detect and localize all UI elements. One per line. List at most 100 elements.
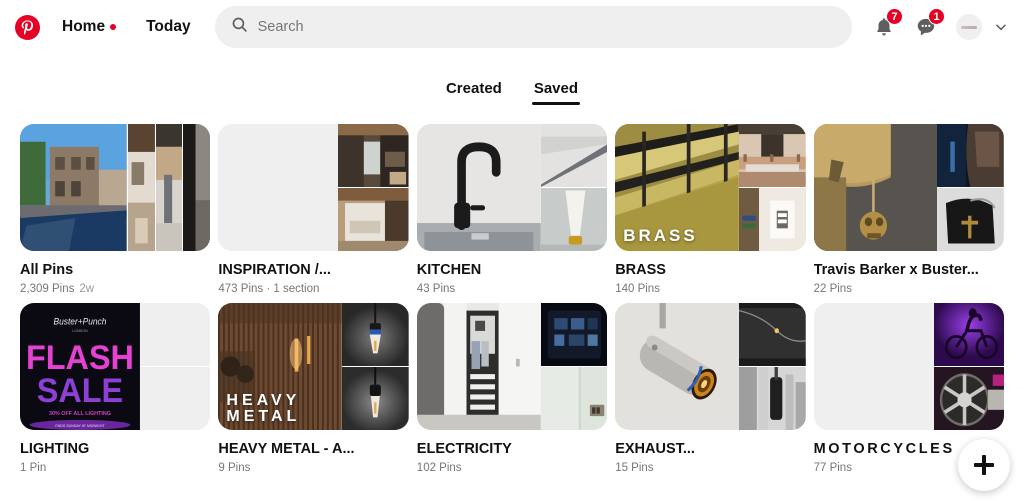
- board-card[interactable]: BRASS BRASS 140 Pins: [615, 124, 806, 296]
- board-meta: 1 Pin: [20, 462, 47, 475]
- top-navigation-bar: Home Today 7 1: [0, 0, 1024, 54]
- board-preview-thumb: [126, 124, 155, 251]
- board-meta: 473 Pins · 1 section: [218, 283, 320, 296]
- board-preview-thumb: [738, 187, 806, 251]
- board-cover-image: [20, 124, 127, 251]
- tab-created-label: Created: [445, 79, 502, 97]
- board-thumbnail: [813, 124, 1004, 251]
- board-preview-stack: [540, 124, 608, 251]
- board-card[interactable]: HEAVY METAL HEAVY METAL - A... 9 Pins: [218, 303, 409, 474]
- board-card[interactable]: INSPIRATION /... 473 Pins · 1 section: [218, 124, 409, 296]
- board-thumbnail: [416, 124, 608, 251]
- board-updated-age: 2w: [79, 283, 95, 296]
- board-card[interactable]: KITCHEN 43 Pins: [416, 124, 608, 296]
- board-title: BRASS: [615, 262, 666, 278]
- board-preview-stack: [937, 124, 1004, 251]
- board-title: INSPIRATION /...: [218, 262, 331, 278]
- board-title: ELECTRICITY: [416, 441, 512, 458]
- board-preview-thumb: [738, 303, 806, 367]
- board-cover-image: BRASS: [615, 124, 739, 251]
- boards-grid: All Pins 2,309 Pins 2w INSPIRATION /... …: [0, 116, 1024, 474]
- board-preview-thumb: [338, 124, 409, 187]
- board-thumbnail: [416, 303, 608, 431]
- nav-item-today[interactable]: Today: [134, 10, 203, 44]
- board-preview-stack: [540, 303, 608, 431]
- notifications-button[interactable]: 7: [866, 8, 903, 45]
- board-title: All Pins: [20, 262, 74, 278]
- board-preview-stack: [738, 303, 806, 431]
- search-icon: [231, 16, 248, 38]
- board-card[interactable]: Buster+Punch LONDON FLASH SALE 30% OFF A…: [20, 303, 211, 475]
- board-cover-placeholder: [813, 303, 934, 431]
- board-preview-placeholder: [139, 366, 211, 431]
- nav-item-home-label: Home: [62, 18, 106, 35]
- messages-badge: 1: [928, 8, 945, 25]
- board-title: LIGHTING: [20, 441, 90, 458]
- board-preview-strips: [126, 124, 211, 251]
- notifications-badge: 7: [886, 8, 903, 25]
- board-preview-thumb: [933, 366, 1004, 431]
- board-preview-stack: [738, 124, 806, 251]
- board-cover-placeholder: [218, 124, 339, 251]
- board-meta: 102 Pins: [416, 462, 462, 475]
- create-button[interactable]: [958, 439, 1010, 491]
- board-title: HEAVY METAL - A...: [218, 441, 355, 458]
- board-preview-thumb: [154, 124, 183, 251]
- board-preview-thumb: [933, 303, 1004, 367]
- board-cover-image: [813, 124, 938, 251]
- board-meta: 43 Pins: [416, 283, 456, 296]
- board-preview-thumb: [937, 187, 1004, 251]
- pinterest-logo-icon[interactable]: [10, 10, 44, 44]
- board-card[interactable]: EXHAUST... 15 Pins: [615, 303, 806, 475]
- board-thumbnail: [218, 124, 409, 251]
- board-preview-stack: [342, 303, 409, 431]
- board-meta: 15 Pins: [615, 462, 654, 475]
- svg-text:SALE: SALE: [37, 372, 123, 410]
- nav-item-home[interactable]: Home: [50, 10, 128, 44]
- chevron-down-icon[interactable]: [990, 12, 1012, 42]
- board-preview-thumb: [540, 124, 608, 187]
- search-input[interactable]: [257, 6, 836, 48]
- board-thumbnail: HEAVY METAL: [218, 303, 409, 431]
- search-bar[interactable]: [214, 6, 852, 48]
- board-preview-thumb: [738, 124, 806, 187]
- board-preview-thumb: [540, 303, 608, 367]
- home-unread-dot-icon: [110, 24, 117, 30]
- board-card[interactable]: All Pins 2,309 Pins 2w: [20, 124, 211, 295]
- board-title: Travis Barker x Buster...: [813, 262, 979, 278]
- svg-text:LONDON: LONDON: [72, 329, 88, 333]
- tab-created[interactable]: Created: [444, 76, 504, 105]
- board-thumbnail: [20, 124, 211, 251]
- board-preview-placeholder: [139, 303, 211, 367]
- board-preview-thumb: [937, 124, 1004, 187]
- messages-button[interactable]: 1: [908, 8, 945, 45]
- board-preview-thumb: [342, 303, 409, 367]
- board-title: EXHAUST...: [615, 441, 695, 458]
- board-meta: 22 Pins: [813, 283, 852, 296]
- board-preview-stack: [933, 303, 1004, 431]
- board-meta: 2,309 Pins 2w: [20, 283, 210, 295]
- board-thumbnail: BRASS: [615, 124, 806, 251]
- profile-tabs: Created Saved: [0, 64, 1024, 116]
- svg-text:30% OFF ALL LIGHTING: 30% OFF ALL LIGHTING: [49, 411, 111, 417]
- board-card[interactable]: Travis Barker x Buster... 22 Pins: [813, 124, 1004, 296]
- board-preview-thumb: [540, 366, 608, 431]
- board-preview-thumb: [182, 124, 211, 251]
- board-meta: 140 Pins: [615, 283, 660, 296]
- board-preview-thumb: [342, 366, 409, 431]
- tab-saved-label: Saved: [533, 79, 579, 97]
- board-preview-stack: [139, 303, 211, 431]
- board-card[interactable]: ELECTRICITY 102 Pins: [416, 303, 608, 475]
- board-title: KITCHEN: [416, 262, 482, 278]
- board-preview-stack: [338, 124, 409, 251]
- board-preview-thumb: [738, 366, 806, 431]
- board-cover-image: [615, 303, 739, 431]
- board-thumbnail: Buster+Punch LONDON FLASH SALE 30% OFF A…: [20, 303, 211, 431]
- svg-text:ENDS SUNDAY AT MIDNIGHT: ENDS SUNDAY AT MIDNIGHT: [55, 424, 105, 428]
- board-preview-thumb: [338, 187, 409, 251]
- tab-saved[interactable]: Saved: [531, 76, 581, 105]
- board-preview-thumb: [540, 187, 608, 251]
- board-cover-image: [416, 124, 541, 251]
- board-thumbnail: [615, 303, 806, 431]
- avatar[interactable]: [956, 14, 982, 40]
